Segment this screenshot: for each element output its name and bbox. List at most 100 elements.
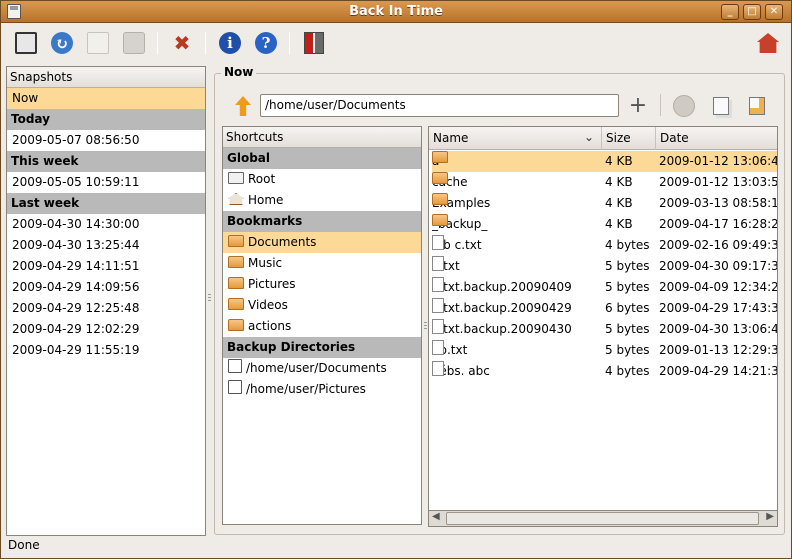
file-size-cell: 4 KB <box>605 175 633 189</box>
add-to-include-button[interactable]: + <box>625 93 651 119</box>
folder-icon <box>228 319 244 331</box>
shortcut-item[interactable]: /home/user/Documents <box>223 358 421 379</box>
snapshot-item[interactable]: Now <box>7 88 205 109</box>
toolbar: ↻ ✖ i ? <box>1 24 791 62</box>
shortcut-label: Documents <box>248 235 317 249</box>
scroll-left-icon[interactable]: ◀ <box>432 511 440 522</box>
shortcut-item[interactable]: Videos <box>223 295 421 316</box>
path-input[interactable]: /home/user/Documents <box>260 94 619 117</box>
snapshot-item[interactable]: 2009-04-29 12:02:29 <box>7 319 205 340</box>
snapshot-item[interactable]: 2009-04-30 13:25:44 <box>7 235 205 256</box>
go-home-button[interactable] <box>755 30 781 56</box>
restore-button[interactable] <box>671 93 697 119</box>
shortcut-item[interactable]: Music <box>223 253 421 274</box>
text-file-icon <box>432 319 444 334</box>
snapshots-dialog-button[interactable] <box>744 93 770 119</box>
shortcut-label: Root <box>248 172 276 186</box>
file-name-cell: cache <box>432 172 602 193</box>
text-file-icon <box>432 340 444 355</box>
settings-button[interactable]: ✖ <box>169 30 195 56</box>
column-size-header[interactable]: Size <box>606 131 631 145</box>
file-row[interactable]: a.txt.backup.20090409 5 bytes 2009-04-09 1… <box>429 277 777 298</box>
horizontal-scrollbar[interactable]: ◀ ▶ <box>428 510 778 527</box>
shortcut-label: Videos <box>248 298 288 312</box>
file-row[interactable]: a.txt 5 bytes 2009-04-30 09:17:3 <box>429 256 778 277</box>
snapshot-item[interactable]: 2009-05-07 08:56:50 <box>7 130 205 151</box>
exit-button[interactable] <box>301 30 327 56</box>
file-size-cell: 5 bytes <box>605 343 650 357</box>
folder-icon <box>432 193 448 205</box>
snapshot-item[interactable]: 2009-04-29 14:09:56 <box>7 277 205 298</box>
shortcut-group: Bookmarks <box>223 211 421 232</box>
file-row[interactable]: éébs. abc 4 bytes 2009-04-29 14:21:3 <box>429 361 777 382</box>
folder-up-button[interactable] <box>230 93 256 119</box>
remove-snapshot-button[interactable] <box>121 30 147 56</box>
folder-icon <box>432 172 448 184</box>
shortcuts-items: Global Root Home Bookmarks Documents Music Pic… <box>223 148 421 400</box>
shortcut-label: Bookmarks <box>227 214 303 228</box>
file-date-cell: 2009-04-30 09:17:3 <box>659 259 778 273</box>
file-name-cell: éébs. abc <box>432 361 602 382</box>
about-button[interactable]: i <box>217 30 243 56</box>
column-date-header[interactable]: Date <box>660 131 689 145</box>
snapshots-header[interactable]: Snapshots <box>7 67 205 88</box>
shortcut-item[interactable]: Home <box>223 190 421 211</box>
folder-icon <box>228 277 244 289</box>
text-file-icon <box>432 235 444 250</box>
shortcut-item[interactable]: Root <box>223 169 421 190</box>
file-row[interactable]: a4 KB2009-01-12 13:06:4 <box>429 151 778 172</box>
column-divider <box>601 127 602 150</box>
splitter-handle[interactable] <box>208 294 211 302</box>
arrow-up-icon <box>235 96 251 116</box>
file-row[interactable]: ab.txt 5 bytes 2009-01-13 12:29:3 <box>429 340 777 361</box>
snapshot-item[interactable]: 2009-04-30 14:30:00 <box>7 214 205 235</box>
file-date-cell: 2009-01-12 13:06:4 <box>659 154 778 168</box>
scrollbar-thumb[interactable] <box>446 512 759 525</box>
file-name-cell: Examples <box>432 193 602 214</box>
take-snapshot-button[interactable] <box>13 30 39 56</box>
shortcut-item[interactable]: /home/user/Pictures <box>223 379 421 400</box>
scroll-right-icon[interactable]: ▶ <box>766 511 774 522</box>
refresh-snapshots-button[interactable]: ↻ <box>49 30 75 56</box>
shortcut-group: Global <box>223 148 421 169</box>
file-name: a.txt.backup.20090430 <box>432 322 572 336</box>
folder-icon <box>228 235 244 247</box>
copy-button[interactable] <box>708 93 734 119</box>
edit-snapshot-name-button[interactable] <box>85 30 111 56</box>
hand-document-icon <box>749 97 765 115</box>
frame-title: Now <box>221 65 257 79</box>
shortcuts-list[interactable]: Shortcuts Global Root Home Bookmarks Documen… <box>222 126 422 525</box>
shortcut-item[interactable]: Documents <box>223 232 421 253</box>
snapshot-item[interactable]: 2009-05-05 10:59:11 <box>7 172 205 193</box>
maximize-button[interactable]: □ <box>743 4 761 20</box>
snapshots-list[interactable]: Snapshots Now Today 2009-05-07 08:56:50 Thi… <box>6 66 206 536</box>
copy-icon <box>713 97 729 115</box>
shortcut-item[interactable]: Pictures <box>223 274 421 295</box>
splitter-handle[interactable] <box>424 322 427 330</box>
close-button[interactable]: ✕ <box>765 4 783 20</box>
file-row[interactable]: _backup_ 4 KB 2009-04-17 16:28:2 <box>429 214 777 235</box>
files-view[interactable]: Name ⌄ Size Date a4 KB2009-01-12 13:06:4… <box>428 126 778 527</box>
shortcut-item[interactable]: actions <box>223 316 421 337</box>
plus-icon: + <box>628 93 648 118</box>
snapshot-item[interactable]: 2009-04-29 12:25:48 <box>7 298 205 319</box>
file-row[interactable]: cache 4 KB 2009-01-12 13:03:5 <box>429 172 777 193</box>
file-date-cell: 2009-04-29 17:43:3 <box>659 301 778 315</box>
file-name-cell: a.txt.backup.20090409 <box>432 277 602 298</box>
file-name: a.txt.backup.20090409 <box>432 280 572 294</box>
floppy-icon <box>228 359 242 373</box>
file-row[interactable]: a.txt.backup.20090429 6 bytes 2009-04-29 1… <box>429 298 778 319</box>
file-row[interactable]: Examples 4 KB 2009-03-13 08:58:1 <box>429 193 777 214</box>
snapshot-item[interactable]: 2009-04-29 11:55:19 <box>7 340 205 361</box>
text-file-icon <box>432 256 444 271</box>
home-icon <box>757 33 779 53</box>
column-name-header[interactable]: Name <box>433 131 468 145</box>
snapshot-item[interactable]: 2009-04-29 14:11:51 <box>7 256 205 277</box>
file-row[interactable]: a.txt.backup.20090430 5 bytes 2009-04-30 1… <box>429 319 777 340</box>
folder-icon <box>228 298 244 310</box>
file-row[interactable]: a b c.txt 4 bytes 2009-02-16 09:49:3 <box>429 235 777 256</box>
minimize-button[interactable]: _ <box>721 4 739 20</box>
exit-door-icon <box>304 32 324 54</box>
shortcuts-header[interactable]: Shortcuts <box>223 127 421 148</box>
help-button[interactable]: ? <box>253 30 279 56</box>
